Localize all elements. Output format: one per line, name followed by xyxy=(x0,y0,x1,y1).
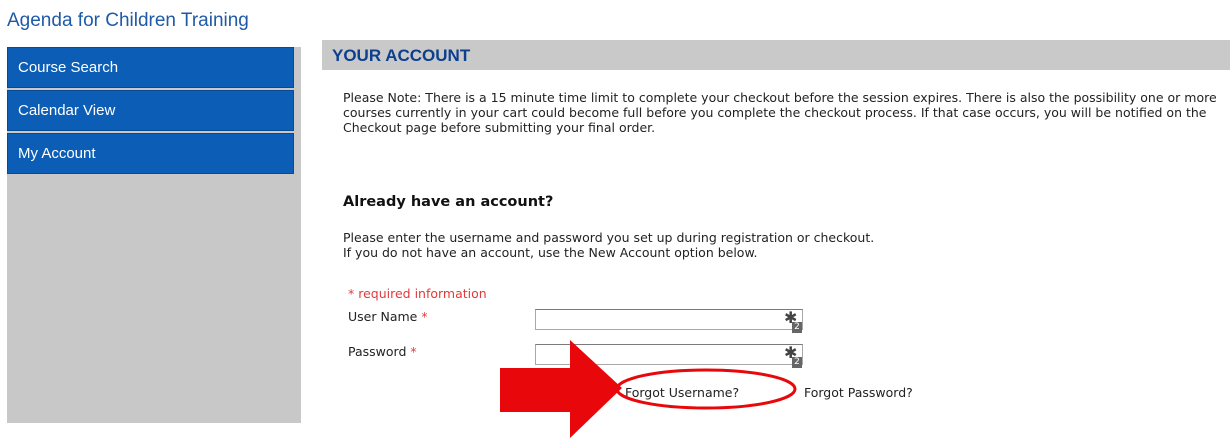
password-input[interactable]: ✱ 2 xyxy=(535,343,803,368)
forgot-password-link-wrap: Forgot Password? xyxy=(804,385,913,400)
password-manager-badge: 2 xyxy=(792,357,802,368)
username-input[interactable]: ✱ 2 xyxy=(535,308,803,333)
required-info-note: * required information xyxy=(348,286,487,301)
main-content: YOUR ACCOUNT Please Note: There is a 15 … xyxy=(322,40,1230,400)
password-manager-icon[interactable]: ✱ 2 xyxy=(784,308,802,335)
forgot-username-link[interactable]: Forgot Username? xyxy=(625,385,739,400)
required-star: * xyxy=(410,344,417,359)
instruction-line-1: Please enter the username and password y… xyxy=(343,230,875,245)
username-label: User Name * xyxy=(348,309,428,324)
password-manager-badge: 2 xyxy=(792,322,802,333)
instruction-line-2: If you do not have an account, use the N… xyxy=(343,245,758,260)
forgot-password-link[interactable]: Forgot Password? xyxy=(804,385,913,400)
login-instructions: Please enter the username and password y… xyxy=(343,230,874,260)
forgot-username-link-wrap: Forgot Username? xyxy=(625,385,739,400)
checkout-note: Please Note: There is a 15 minute time l… xyxy=(343,90,1217,135)
site-title: Agenda for Children Training xyxy=(7,10,249,31)
sidebar-item-my-account[interactable]: My Account xyxy=(7,133,294,174)
login-heading: Already have an account? xyxy=(343,194,554,210)
page-title: YOUR ACCOUNT xyxy=(322,40,1230,70)
password-manager-icon[interactable]: ✱ 2 xyxy=(784,343,802,370)
username-label-text: User Name xyxy=(348,309,418,324)
sidebar-item-course-search[interactable]: Course Search xyxy=(7,47,294,88)
sidebar: Course Search Calendar View My Account xyxy=(7,47,301,423)
password-label: Password * xyxy=(348,344,417,359)
required-star: * xyxy=(421,309,428,324)
sidebar-item-calendar-view[interactable]: Calendar View xyxy=(7,90,294,131)
password-label-text: Password xyxy=(348,344,407,359)
